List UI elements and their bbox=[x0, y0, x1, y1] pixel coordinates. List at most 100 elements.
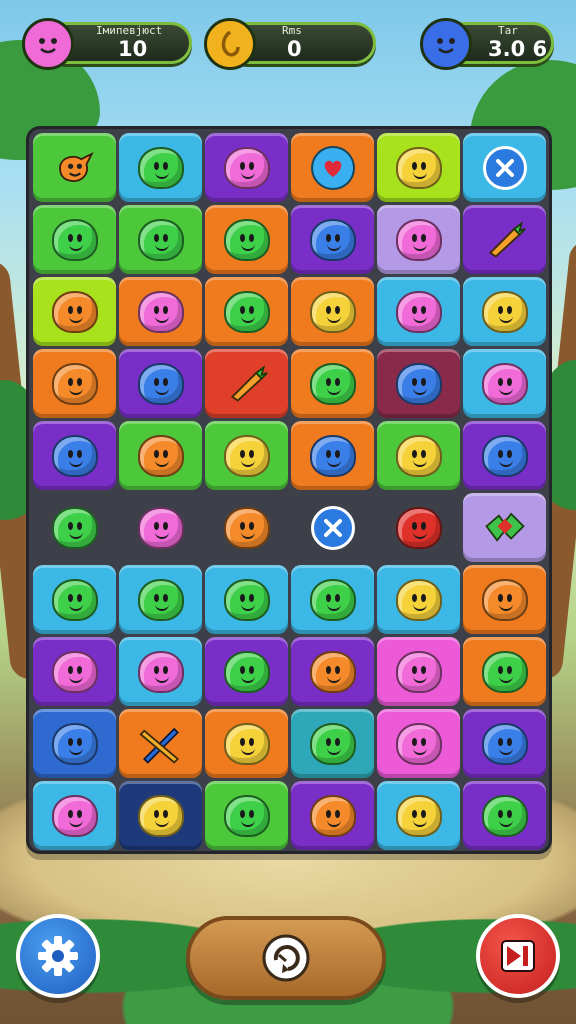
board-tile[interactable] bbox=[463, 493, 546, 562]
tile-grid bbox=[33, 133, 546, 850]
board-tile[interactable] bbox=[205, 133, 288, 202]
board-tile[interactable] bbox=[291, 709, 374, 778]
board-tile[interactable] bbox=[377, 205, 460, 274]
board-tile[interactable] bbox=[291, 781, 374, 850]
yellow-blob-piece bbox=[309, 290, 356, 333]
board-tile[interactable] bbox=[291, 565, 374, 634]
board-tile[interactable] bbox=[205, 709, 288, 778]
board-tile[interactable] bbox=[377, 637, 460, 706]
board-tile[interactable] bbox=[291, 637, 374, 706]
board-tile[interactable] bbox=[463, 565, 546, 634]
pink-blob-piece bbox=[481, 362, 528, 405]
board-tile[interactable] bbox=[33, 277, 116, 346]
x-bomb-icon bbox=[310, 505, 355, 550]
hud-center-label: Rms bbox=[282, 24, 302, 37]
heart-drop-icon bbox=[310, 145, 355, 190]
board-tile[interactable] bbox=[377, 277, 460, 346]
pink-blob-piece bbox=[395, 722, 442, 765]
board-tile[interactable] bbox=[119, 781, 202, 850]
orange-blob-piece bbox=[309, 650, 356, 693]
board-tile[interactable] bbox=[205, 565, 288, 634]
board-tile[interactable] bbox=[119, 709, 202, 778]
board-tile[interactable] bbox=[119, 205, 202, 274]
blue-blob-piece bbox=[395, 362, 442, 405]
pink-blob-piece bbox=[395, 650, 442, 693]
yellow-blob-piece bbox=[395, 146, 442, 189]
board-tile[interactable] bbox=[291, 421, 374, 490]
board-tile[interactable] bbox=[119, 133, 202, 202]
orange-blob-piece bbox=[223, 506, 270, 549]
board-tile[interactable] bbox=[205, 205, 288, 274]
board-tile[interactable] bbox=[291, 133, 374, 202]
blue-blob-piece bbox=[51, 722, 98, 765]
board-tile[interactable] bbox=[119, 493, 202, 562]
board-tile[interactable] bbox=[33, 493, 116, 562]
board-tile[interactable] bbox=[205, 349, 288, 418]
green-blob-piece bbox=[223, 218, 270, 261]
board-tile[interactable] bbox=[119, 277, 202, 346]
board-tile[interactable] bbox=[205, 781, 288, 850]
board-tile[interactable] bbox=[33, 205, 116, 274]
settings-button[interactable] bbox=[16, 914, 100, 998]
hud-right-value: 3.0 6 bbox=[488, 37, 548, 61]
board-tile[interactable] bbox=[33, 565, 116, 634]
crossed-arrows-icon bbox=[138, 722, 183, 766]
board-tile[interactable] bbox=[33, 637, 116, 706]
green-blob-piece bbox=[137, 578, 184, 621]
green-blob-piece bbox=[223, 578, 270, 621]
board-tile[interactable] bbox=[33, 421, 116, 490]
yellow-blob-piece bbox=[481, 290, 528, 333]
green-blob-piece bbox=[51, 506, 98, 549]
board-tile[interactable] bbox=[463, 133, 546, 202]
board-tile[interactable] bbox=[463, 349, 546, 418]
yellow-blob-piece bbox=[223, 434, 270, 477]
pink-blob-avatar bbox=[22, 18, 74, 70]
board-tile[interactable] bbox=[377, 133, 460, 202]
green-blob-piece bbox=[137, 146, 184, 189]
board-tile[interactable] bbox=[377, 493, 460, 562]
board-tile[interactable] bbox=[291, 349, 374, 418]
board-tile[interactable] bbox=[463, 781, 546, 850]
board-tile[interactable] bbox=[33, 781, 116, 850]
pink-blob-piece bbox=[223, 146, 270, 189]
board-tile[interactable] bbox=[463, 277, 546, 346]
shuffle-button[interactable] bbox=[186, 916, 386, 1000]
pink-blob-piece bbox=[137, 506, 184, 549]
yellow-blob-piece bbox=[223, 722, 270, 765]
board-tile[interactable] bbox=[119, 349, 202, 418]
board-tile[interactable] bbox=[33, 349, 116, 418]
board-tile[interactable] bbox=[33, 709, 116, 778]
board-tile[interactable] bbox=[377, 565, 460, 634]
skip-button[interactable] bbox=[476, 914, 560, 998]
board-tile[interactable] bbox=[377, 421, 460, 490]
board-tile[interactable] bbox=[119, 637, 202, 706]
board-tile[interactable] bbox=[33, 133, 116, 202]
pink-blob-piece bbox=[137, 290, 184, 333]
board-tile[interactable] bbox=[377, 349, 460, 418]
board-tile[interactable] bbox=[463, 709, 546, 778]
rocket-carrot-icon bbox=[225, 362, 269, 406]
pink-blob-piece bbox=[395, 218, 442, 261]
blue-blob-piece bbox=[137, 362, 184, 405]
board-tile[interactable] bbox=[463, 421, 546, 490]
board-tile[interactable] bbox=[205, 277, 288, 346]
pink-blob-piece bbox=[395, 290, 442, 333]
board-tile[interactable] bbox=[205, 493, 288, 562]
board-tile[interactable] bbox=[205, 637, 288, 706]
board-tile[interactable] bbox=[119, 565, 202, 634]
board-tile[interactable] bbox=[463, 205, 546, 274]
board-tile[interactable] bbox=[291, 277, 374, 346]
board-tile[interactable] bbox=[463, 637, 546, 706]
board-tile[interactable] bbox=[291, 205, 374, 274]
board-tile[interactable] bbox=[377, 781, 460, 850]
game-board bbox=[26, 126, 552, 854]
blue-blob-avatar bbox=[420, 18, 472, 70]
board-tile[interactable] bbox=[205, 421, 288, 490]
hud-left-value: 10 bbox=[118, 37, 148, 61]
board-tile[interactable] bbox=[119, 421, 202, 490]
board-tile[interactable] bbox=[291, 493, 374, 562]
shuffle-refresh-icon bbox=[262, 934, 310, 982]
board-tile[interactable] bbox=[377, 709, 460, 778]
hud-right-label: Tar bbox=[498, 24, 518, 37]
yellow-blob-piece bbox=[395, 434, 442, 477]
